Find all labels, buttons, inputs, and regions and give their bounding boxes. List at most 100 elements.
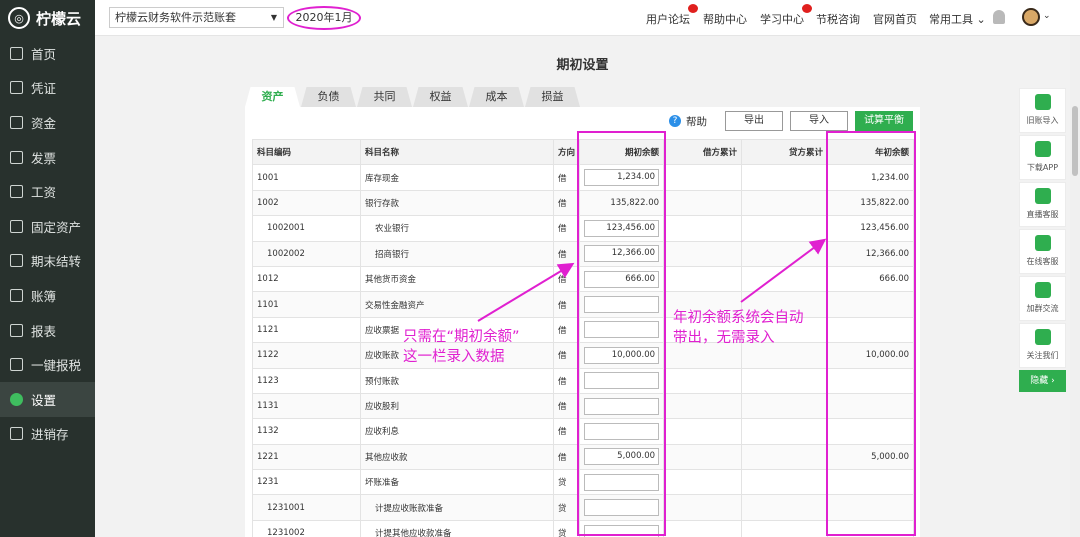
opening-balance-input[interactable] [584, 296, 660, 314]
tab-2[interactable]: 共同 [357, 87, 412, 107]
sidebar-item-label: 发票 [31, 150, 57, 166]
opening-balance-input[interactable]: 12,366.00 [584, 245, 660, 263]
sidebar-item-report[interactable]: 报表 [0, 313, 95, 348]
trial-balance-button[interactable]: 试算平衡 [855, 111, 913, 131]
link-label: 常用工具 [929, 13, 973, 26]
year-opening-balance: 12,366.00 [827, 240, 915, 267]
bell-icon[interactable] [993, 10, 1005, 24]
top-bar: 柠檬云财务软件示范账套 ▼ 2020年1月 用户论坛 帮助中心 学习中心 节税咨询… [95, 0, 1080, 36]
opening-balance-input[interactable]: 666.00 [584, 270, 660, 288]
opening-balance-cell [579, 494, 665, 521]
sidebar-item-label: 固定资产 [31, 219, 82, 235]
opening-balance-input[interactable] [584, 372, 660, 390]
opening-balance-input[interactable]: 5,000.00 [584, 448, 660, 466]
account-code: 1123 [252, 367, 361, 394]
sidebar-item-label: 凭证 [31, 81, 57, 97]
link-help-center[interactable]: 帮助中心 [703, 11, 747, 27]
sidebar-item-label: 资金 [31, 115, 57, 131]
sidebar-item-settings[interactable]: 设置 [0, 381, 95, 417]
opening-balance-cell: 666.00 [579, 265, 665, 293]
sidebar-item-home[interactable]: 首页 [0, 36, 95, 71]
opening-balance-input[interactable]: 123,456.00 [584, 219, 660, 237]
link-common-tools[interactable]: 常用工具 ⌄ [929, 11, 986, 27]
help-link[interactable]: 帮助 [686, 114, 707, 129]
tab-5[interactable]: 损益 [525, 87, 580, 107]
scroll-thumb[interactable] [1072, 106, 1078, 176]
right-panel-item[interactable]: 在线客服 [1019, 229, 1066, 274]
opening-balance-input[interactable] [584, 524, 660, 537]
tab-4[interactable]: 成本 [469, 87, 524, 107]
fund-icon [10, 115, 23, 129]
link-tax-consult[interactable]: 节税咨询 [816, 11, 860, 27]
year-opening-balance: 1,234.00 [827, 164, 915, 191]
table-row: 1131 应收股利借 [252, 392, 915, 420]
right-panel-item[interactable]: 下载APP [1019, 135, 1066, 180]
sidebar-item-salary[interactable]: 工资 [0, 174, 95, 209]
right-panel-item[interactable]: 加群交流 [1019, 276, 1066, 321]
import-icon [1034, 94, 1051, 110]
table-body: 1001 库存现金借 1,234.00 1,234.00 1002 银行存款借 135,82… [252, 164, 915, 537]
opening-balance-input[interactable] [584, 397, 660, 415]
opening-balance-cell: 123,456.00 [579, 215, 665, 242]
account-code: 1002 [252, 189, 361, 217]
right-panel-item[interactable]: 关注我们 [1019, 323, 1066, 368]
avatar[interactable] [1022, 8, 1040, 26]
opening-balance-input[interactable] [584, 473, 660, 491]
right-panel-item[interactable]: 直播客服 [1019, 182, 1066, 227]
tab-1[interactable]: 负债 [301, 87, 356, 107]
tab-3[interactable]: 权益 [413, 87, 468, 107]
sidebar-item-ledger[interactable]: 账簿 [0, 278, 95, 313]
sidebar-item-tax[interactable]: 一键报税 [0, 347, 95, 382]
logo: ◎ 柠檬云 [0, 0, 95, 36]
link-learning-center[interactable]: 学习中心 [760, 4, 812, 27]
credit-total [741, 367, 829, 394]
scrollbar[interactable] [1070, 36, 1080, 537]
link-official-site[interactable]: 官网首页 [873, 11, 917, 27]
right-panel-item[interactable]: 旧账导入 [1019, 88, 1066, 133]
debit-total [663, 291, 743, 318]
debit-total [663, 265, 743, 293]
export-button[interactable]: 导出 [725, 111, 783, 131]
direction: 借 [552, 443, 581, 471]
sidebar-item-voucher[interactable]: 凭证 [0, 71, 95, 106]
debit-total [663, 443, 743, 471]
sidebar-item-fixed-asset[interactable]: 固定资产 [0, 209, 95, 244]
sidebar-item-label: 进销存 [31, 427, 69, 443]
help-icon[interactable]: ? [669, 115, 681, 127]
table-row: 1002001 农业银行借 123,456.00 123,456.00 [252, 215, 915, 242]
year-opening-balance [827, 519, 915, 537]
debit-total [663, 469, 743, 496]
table-row: 1002002 招商银行借 12,366.00 12,366.00 [252, 240, 915, 267]
opening-balance-input[interactable]: 10,000.00 [584, 346, 660, 364]
account-code: 1002001 [252, 215, 361, 242]
lemon-logo-icon: ◎ [8, 7, 30, 29]
period-selector[interactable]: 2020年1月 [287, 6, 361, 30]
sidebar-item-inventory[interactable]: 进销存 [0, 417, 95, 452]
app-root: ◎ 柠檬云 首页凭证资金发票工资固定资产期末结转 账簿 报表 一键报税 设置进销存 柠檬云… [0, 0, 1080, 537]
link-user-forum[interactable]: 用户论坛 [646, 4, 698, 27]
account-set-select[interactable]: 柠檬云财务软件示范账套 ▼ [109, 7, 284, 28]
opening-balance-input[interactable] [584, 321, 660, 339]
column-header: 科目编码 [252, 138, 361, 166]
account-code: 1131 [252, 392, 361, 420]
credit-total [741, 469, 829, 496]
column-header: 年初余额 [827, 138, 915, 166]
opening-balance-cell [579, 291, 665, 318]
sidebar-item-fund[interactable]: 资金 [0, 105, 95, 140]
direction: 借 [552, 316, 581, 344]
opening-balance-input[interactable]: 1,234.00 [584, 169, 660, 187]
account-code: 1101 [252, 291, 361, 318]
year-opening-balance [827, 291, 915, 318]
tab-0[interactable]: 资产 [245, 87, 300, 107]
opening-balance-input[interactable] [584, 499, 660, 517]
direction: 贷 [552, 469, 581, 496]
sidebar-item-period-end[interactable]: 期末结转 [0, 244, 95, 279]
direction: 借 [552, 418, 581, 445]
debit-total [663, 189, 743, 217]
hide-panel-button[interactable]: 隐藏 › [1019, 370, 1066, 392]
opening-balance-input[interactable] [584, 422, 660, 440]
sidebar-item-invoice[interactable]: 发票 [0, 140, 95, 175]
direction: 借 [552, 240, 581, 267]
chevron-down-icon[interactable]: ⌄ [1043, 11, 1051, 21]
import-button[interactable]: 导入 [790, 111, 848, 131]
